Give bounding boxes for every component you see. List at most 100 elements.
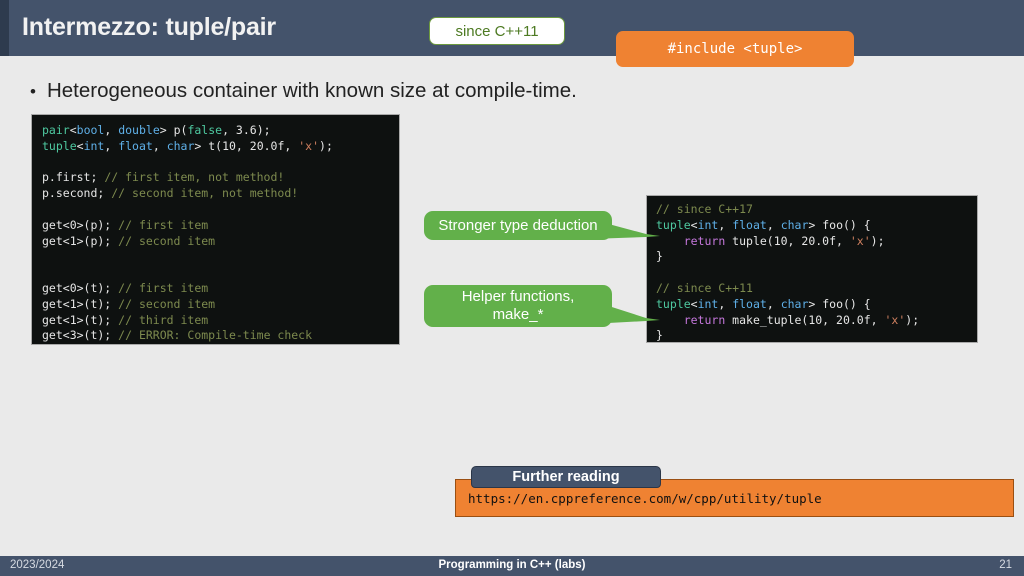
callout-helper-text: Helper functions, make_*: [462, 288, 575, 324]
code-token: get<0>(t);: [42, 280, 119, 295]
callout-stronger-type-deduction: Stronger type deduction: [424, 211, 612, 240]
code-token: tuple: [656, 217, 691, 232]
code-line: get<1>(t); // second item: [42, 297, 399, 313]
page-title: Intermezzo: tuple/pair: [22, 13, 276, 41]
code-token: 'x': [849, 233, 871, 248]
code-token: <: [76, 138, 84, 153]
header-accent-stripe: [0, 0, 9, 56]
code-token: // since C++11: [656, 280, 753, 295]
code-token: bool: [76, 123, 105, 137]
code-line: // since C++11: [656, 281, 977, 297]
callout-helper-line2: make_*: [492, 306, 544, 323]
code-token: p.second;: [42, 186, 112, 201]
code-token: ,: [718, 217, 733, 232]
code-token: <: [69, 123, 77, 137]
code-token: // second item: [118, 296, 216, 311]
code-token: // second item: [118, 233, 216, 248]
code-token: // second item, not method!: [111, 186, 299, 201]
code-token: get<0>(p);: [42, 217, 119, 232]
code-line: p.first; // first item, not method!: [42, 170, 399, 186]
code-token: // first item: [118, 280, 209, 295]
code-token: float: [118, 138, 153, 153]
code-token: int: [697, 296, 719, 311]
code-token: // since C++17: [656, 202, 753, 216]
code-token: ,: [766, 296, 781, 311]
code-line: tuple<int, float, char> foo() {: [656, 218, 977, 234]
code-line: return make_tuple(10, 20.0f, 'x');: [656, 313, 977, 329]
code-line: // since C++17: [656, 202, 977, 218]
code-token: tuple(10, 20.0f,: [725, 233, 850, 248]
code-token: get<1>(t);: [42, 312, 119, 327]
code-token: 'x': [884, 312, 906, 327]
code-token: return: [683, 233, 726, 248]
bullet-dot-icon: •: [30, 82, 36, 101]
code-line: tuple<int, float, char> foo() {: [656, 297, 977, 313]
code-token: ,: [104, 123, 119, 137]
code-token: ,: [104, 138, 119, 153]
code-line: }: [656, 249, 977, 265]
code-line: get<0>(p); // first item: [42, 218, 399, 234]
code-token: pair: [42, 123, 70, 137]
code-token: char: [780, 296, 809, 311]
footer-course-name: Programming in C++ (labs): [438, 559, 586, 571]
code-line: }: [656, 328, 977, 342]
code-token: , 3.6);: [222, 123, 271, 137]
code-token: > foo() {: [808, 296, 871, 311]
code-token: // ERROR: Compile-time check: [118, 328, 313, 343]
bullet-text: Heterogeneous container with known size …: [46, 79, 577, 102]
code-token: // first item, not method!: [104, 170, 285, 185]
bullet-item: • Heterogeneous container with known siz…: [30, 79, 577, 103]
code-token: > foo() {: [808, 217, 871, 232]
code-token: get<1>(t);: [42, 296, 119, 311]
footer-page-number: 21: [999, 559, 1012, 571]
callout-helper-functions: Helper functions, make_*: [424, 285, 612, 327]
code-line: return tuple(10, 20.0f, 'x');: [656, 234, 977, 250]
code-line: get<1>(t); // third item: [42, 313, 399, 329]
code-token: 'x': [298, 138, 320, 153]
code-token: return: [683, 312, 726, 327]
code-token: get<3>(t);: [42, 328, 119, 343]
code-token: );: [905, 312, 920, 327]
code-token: );: [319, 138, 333, 153]
code-token: );: [870, 233, 885, 248]
code-token: > p(: [159, 123, 188, 137]
code-token: > t(10, 20.0f,: [194, 138, 299, 153]
code-token: <: [690, 296, 698, 311]
code-token: get<1>(p);: [42, 233, 119, 248]
callout-helper-line1: Helper functions,: [461, 288, 575, 305]
code-token: tuple: [42, 138, 77, 153]
code-token: }: [656, 249, 663, 264]
slide-footer: 2023/2024 Programming in C++ (labs) 21: [0, 556, 1024, 576]
code-token: false: [187, 123, 223, 137]
code-block-pair-tuple-usage: pair<bool, double> p(false, 3.6); tuple<i…: [31, 114, 400, 345]
code-token: p.first;: [42, 170, 105, 185]
code-line: p.second; // second item, not method!: [42, 186, 399, 202]
code-token: char: [166, 138, 195, 153]
code-token: char: [780, 217, 809, 232]
code-line: tuple<int, float, char> t(10, 20.0f, 'x'…: [42, 139, 399, 155]
code-token: double: [118, 123, 160, 137]
code-line: get<3>(t); // ERROR: Compile-time check: [42, 328, 399, 344]
include-tuple-badge: #include <tuple>: [616, 31, 854, 67]
code-token: tuple: [656, 296, 691, 311]
code-line: pair<bool, double> p(false, 3.6);: [42, 123, 399, 139]
code-token: float: [732, 217, 767, 232]
code-block-tuple-return: // since C++17 tuple<int, float, char> fo…: [646, 195, 978, 343]
code-token: float: [732, 296, 767, 311]
code-token: ,: [152, 138, 167, 153]
code-line: get<1>(p); // second item: [42, 234, 399, 250]
code-token: <: [690, 217, 698, 232]
code-token: int: [83, 138, 105, 153]
code-token: ,: [718, 296, 733, 311]
code-token: int: [697, 217, 719, 232]
code-token: ,: [766, 217, 781, 232]
code-token: // first item: [118, 217, 209, 232]
further-reading-tab-label: Further reading: [471, 466, 661, 488]
code-token: make_tuple(10, 20.0f,: [725, 312, 885, 327]
code-token: // third item: [118, 312, 209, 327]
further-reading-url[interactable]: https://en.cppreference.com/w/cpp/utilit…: [468, 491, 822, 506]
